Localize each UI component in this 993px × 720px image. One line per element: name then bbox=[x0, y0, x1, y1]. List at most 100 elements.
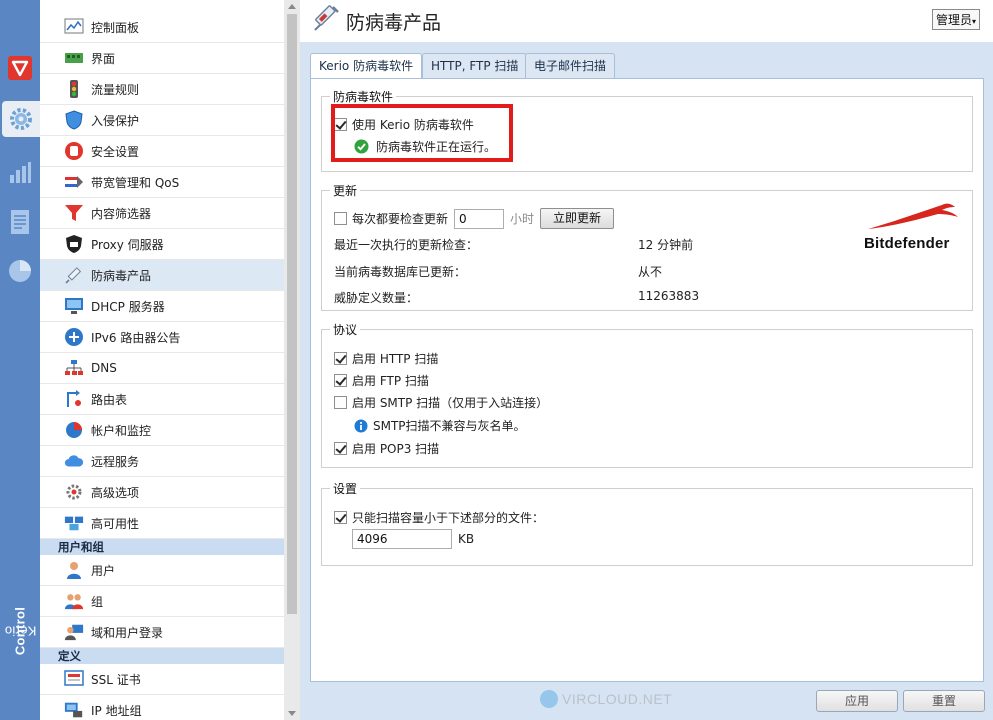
sidebar-item[interactable]: 入侵保护 bbox=[40, 105, 284, 136]
sidebar-item[interactable]: DNS bbox=[40, 353, 284, 384]
sidebar-item[interactable]: Proxy 伺服器 bbox=[40, 229, 284, 260]
admin-user-label: 管理员 bbox=[936, 13, 973, 27]
sidebar-section-header: 定义 bbox=[40, 648, 284, 664]
reset-button[interactable]: 重置 bbox=[903, 690, 985, 712]
sidebar-item-label: 高级选项 bbox=[91, 485, 140, 500]
accounting-chart-icon bbox=[64, 420, 84, 440]
scroll-thumb[interactable] bbox=[287, 14, 297, 614]
size-limit-value: 4096 bbox=[357, 532, 388, 546]
sidebar-item-label: 流量规则 bbox=[91, 82, 140, 97]
sidebar-item[interactable]: 远程服务 bbox=[40, 446, 284, 477]
update-now-label: 立即更新 bbox=[553, 211, 602, 225]
sidebar-item-label: 用户 bbox=[91, 563, 116, 578]
rail-configuration-button[interactable] bbox=[2, 101, 40, 137]
dhcp-monitor-icon bbox=[64, 296, 84, 316]
database-updated-value: 从不 bbox=[638, 265, 663, 279]
update-interval-unit: 小时 bbox=[510, 212, 535, 226]
sidebar-item[interactable]: 高级选项 bbox=[40, 477, 284, 508]
page-title: 防病毒产品 bbox=[346, 12, 442, 34]
ftp-scanning-checkbox[interactable] bbox=[334, 374, 347, 387]
pop3-scanning-row[interactable]: 启用 POP3 扫描 bbox=[334, 440, 439, 457]
watermark: VIRCLOUD.NET bbox=[540, 688, 690, 710]
pop3-scanning-checkbox[interactable] bbox=[334, 442, 347, 455]
sidebar-item[interactable]: IPv6 路由器公告 bbox=[40, 322, 284, 353]
pie-chart-icon bbox=[9, 260, 31, 282]
user-icon bbox=[64, 560, 84, 580]
interfaces-icon bbox=[64, 48, 84, 68]
ftp-scanning-row[interactable]: 启用 FTP 扫描 bbox=[334, 372, 429, 389]
tools-gear-icon bbox=[64, 482, 84, 502]
navigation-panel: 控制面板 界面流量规则入侵保护 安全设置 带宽管理和 QoS 内容筛选器 Proxy 伺服… bbox=[40, 0, 284, 720]
sidebar-item[interactable]: 内容筛选器 bbox=[40, 198, 284, 229]
certificate-icon bbox=[64, 669, 84, 689]
syringe-icon bbox=[314, 5, 339, 31]
reset-label: 重置 bbox=[931, 694, 956, 708]
admin-user-menu[interactable]: 管理员▾ bbox=[932, 9, 981, 30]
tab-http-ftp-scanning[interactable]: HTTP, FTP 扫描 bbox=[422, 53, 528, 78]
rail-logs-button[interactable] bbox=[0, 204, 40, 240]
security-shield-icon bbox=[8, 56, 32, 80]
sidebar-item[interactable]: 控制面板 bbox=[40, 12, 284, 43]
bandwidth-icon bbox=[64, 172, 84, 192]
sidebar-item[interactable]: 用户 bbox=[40, 555, 284, 586]
group-icon bbox=[64, 591, 84, 611]
sidebar-item-label: 域和用户登录 bbox=[91, 625, 164, 640]
watermark-text: VIRCLOUD.NET bbox=[562, 691, 673, 707]
sidebar-item-label: 内容筛选器 bbox=[91, 206, 152, 221]
size-limit-checkbox[interactable] bbox=[334, 511, 347, 524]
sidebar-item-label: DNS bbox=[91, 361, 117, 375]
rail-status-button[interactable] bbox=[0, 154, 40, 190]
protocols-group: 协议 启用 HTTP 扫描 启用 FTP 扫描 启用 SMTP 扫描（仅用于入站… bbox=[321, 321, 973, 468]
sidebar-item-label: 高可用性 bbox=[91, 516, 140, 531]
tab-panel: 防病毒软件 使用 Kerio 防病毒软件 防病毒软件正在运行。 更新 每次都要检… bbox=[310, 78, 984, 682]
size-limit-unit: KB bbox=[458, 532, 475, 546]
sidebar-item[interactable]: 路由表 bbox=[40, 384, 284, 415]
size-limit-label: 只能扫描容量小于下述部分的文件： bbox=[352, 511, 545, 525]
sidebar-item[interactable]: IP 地址组 bbox=[40, 695, 284, 720]
sidebar-item[interactable]: 组 bbox=[40, 586, 284, 617]
rail-security-button[interactable] bbox=[0, 50, 40, 86]
check-updates-label: 每次都要检查更新 bbox=[352, 212, 449, 226]
sidebar-item-label: 路由表 bbox=[91, 392, 128, 407]
sidebar-section-header: 用户和组 bbox=[40, 539, 284, 555]
tab-email-scanning[interactable]: 电子邮件扫描 bbox=[525, 53, 616, 78]
rail-statistics-button[interactable] bbox=[0, 253, 40, 289]
sidebar-item-label: 防病毒产品 bbox=[91, 268, 152, 283]
sidebar-item[interactable]: 高可用性 bbox=[40, 508, 284, 539]
size-limit-row[interactable]: 只能扫描容量小于下述部分的文件： bbox=[334, 509, 544, 526]
update-group: 更新 每次都要检查更新 0 小时 立即更新 最近一次执行的更新检查： 12 分钟… bbox=[321, 182, 973, 311]
scroll-down-arrow-icon[interactable] bbox=[288, 711, 296, 716]
sidebar-item-label: DHCP 服务器 bbox=[91, 299, 165, 314]
info-icon bbox=[354, 419, 368, 432]
sidebar-item[interactable]: 流量规则 bbox=[40, 74, 284, 105]
http-scanning-row[interactable]: 启用 HTTP 扫描 bbox=[334, 350, 438, 367]
smtp-scanning-row[interactable]: 启用 SMTP 扫描（仅用于入站连接） bbox=[334, 394, 548, 411]
tab-kerio-antivirus[interactable]: Kerio 防病毒软件 bbox=[310, 53, 423, 79]
sidebar-item[interactable]: 帐户和监控 bbox=[40, 415, 284, 446]
sidebar-item[interactable]: 域和用户登录 bbox=[40, 617, 284, 648]
cloud-icon bbox=[64, 451, 84, 471]
sidebar-item[interactable]: 安全设置 bbox=[40, 136, 284, 167]
update-now-button[interactable]: 立即更新 bbox=[540, 208, 615, 229]
sidebar-item-label: Proxy 伺服器 bbox=[91, 237, 164, 252]
check-updates-checkbox[interactable] bbox=[334, 212, 347, 225]
scroll-up-arrow-icon[interactable] bbox=[288, 4, 296, 9]
nav-scrollbar[interactable] bbox=[284, 0, 300, 720]
tab-label: HTTP, FTP 扫描 bbox=[431, 59, 519, 73]
database-updated-label: 当前病毒数据库已更新： bbox=[334, 265, 467, 279]
sidebar-item[interactable]: 防病毒产品 bbox=[40, 260, 284, 291]
http-scanning-label: 启用 HTTP 扫描 bbox=[352, 352, 439, 366]
group-title: 协议 bbox=[330, 321, 361, 338]
hand-stop-icon bbox=[64, 141, 84, 161]
size-limit-input[interactable]: 4096 bbox=[352, 529, 452, 549]
sidebar-item[interactable]: SSL 证书 bbox=[40, 664, 284, 695]
sidebar-item[interactable]: DHCP 服务器 bbox=[40, 291, 284, 322]
threat-count-label: 威胁定义数量： bbox=[334, 291, 419, 305]
http-scanning-checkbox[interactable] bbox=[334, 352, 347, 365]
domain-login-icon bbox=[64, 622, 84, 642]
sidebar-item[interactable]: 带宽管理和 QoS bbox=[40, 167, 284, 198]
update-interval-input[interactable]: 0 bbox=[454, 208, 505, 229]
apply-button[interactable]: 应用 bbox=[816, 690, 898, 712]
sidebar-item[interactable]: 界面 bbox=[40, 43, 284, 74]
smtp-scanning-checkbox[interactable] bbox=[334, 396, 347, 409]
